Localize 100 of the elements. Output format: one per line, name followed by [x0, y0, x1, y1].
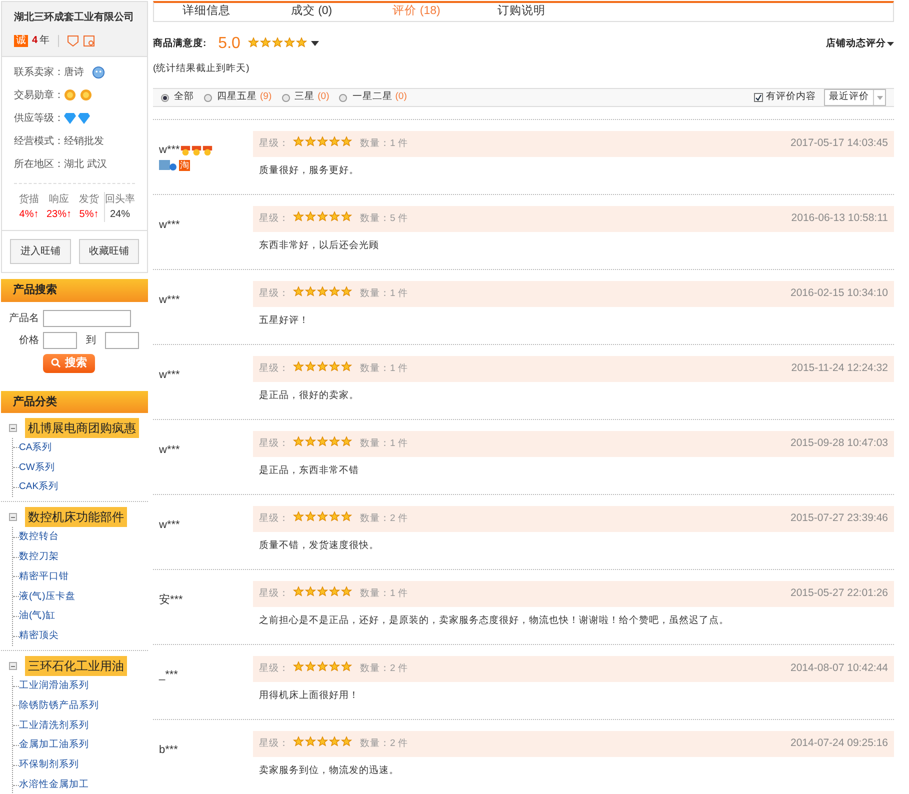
checkbox[interactable]: [754, 93, 763, 102]
field-label: 价格: [18, 334, 39, 348]
user-name: w***: [159, 293, 180, 308]
category-link[interactable]: 精密顶尖: [19, 630, 59, 642]
category-link[interactable]: 水溶性金属加工: [19, 779, 89, 792]
stat-label: 发货: [79, 193, 99, 207]
star-icon: [317, 136, 328, 147]
satisfaction-score: 5.0: [218, 34, 240, 54]
category-group[interactable]: 三环石化工业用油: [25, 656, 127, 676]
radio-button[interactable]: [161, 94, 169, 102]
category-link[interactable]: CA系列: [19, 442, 52, 454]
info-label: 供应等级：: [14, 112, 64, 126]
info-label: 经营模式：: [14, 134, 64, 148]
star-icon: [341, 360, 352, 372]
category-link[interactable]: 数控刀架: [19, 551, 59, 564]
filter-count: (0): [318, 90, 330, 104]
tab[interactable]: 订购说明: [469, 3, 574, 20]
radio-button[interactable]: [204, 94, 212, 102]
quantity: 数量：2 件: [360, 512, 408, 526]
grade-label: 星级：: [259, 362, 289, 376]
category-link[interactable]: 除锈防锈产品系列: [19, 700, 99, 712]
star-icon: [329, 360, 340, 372]
grade-label: 星级：: [259, 512, 289, 526]
category-link[interactable]: 精密平口钳: [19, 570, 69, 583]
stat-label: 货描: [19, 192, 39, 207]
star-icon: [293, 136, 304, 147]
star-icon: [317, 510, 328, 522]
filter-label[interactable]: 全部: [174, 90, 194, 105]
star-icon: [329, 736, 340, 747]
category-group[interactable]: 机博展电商团购疯惠: [25, 418, 139, 438]
star-icon: [296, 36, 308, 48]
star-icon: [305, 210, 316, 222]
name-field[interactable]: [43, 310, 131, 326]
star-icon: [317, 736, 328, 747]
review-time: 2015-09-28 10:47:03: [790, 436, 888, 452]
radio-button[interactable]: [339, 94, 348, 102]
star-icon: [305, 510, 316, 522]
chat-icon[interactable]: [92, 66, 105, 78]
star-icon: [260, 36, 272, 48]
shop-button[interactable]: 进入旺铺: [10, 239, 70, 264]
caret-icon: [887, 42, 894, 46]
collapse-icon[interactable]: [9, 662, 17, 670]
star-icon: [305, 660, 316, 672]
star-icon: [272, 36, 284, 48]
category-group[interactable]: 数控机床功能部件: [25, 507, 127, 528]
star-icon: [329, 660, 340, 672]
grade-label: 星级：: [259, 586, 289, 601]
star-icon: [317, 210, 328, 222]
years-count: 4: [32, 34, 38, 48]
star-icon: [317, 586, 328, 597]
category-link[interactable]: 金属加工油系列: [19, 739, 89, 752]
star-icon: [284, 36, 296, 48]
min-price-field[interactable]: [43, 332, 77, 348]
star-icon: [329, 436, 340, 447]
shop-button[interactable]: 收藏旺铺: [78, 239, 139, 264]
shop-name: 湖北三环成套工业有限公司: [14, 10, 135, 25]
info-label: 交易勋章：: [14, 88, 64, 102]
review-text: 用得机床上面很好用！: [258, 689, 360, 703]
star-icon: [293, 586, 304, 597]
tab[interactable]: 成交 (0): [259, 3, 364, 20]
category-link[interactable]: 液(气)压卡盘: [19, 590, 76, 603]
section-header: 产品分类: [1, 390, 148, 413]
category-link[interactable]: 油(气)缸: [19, 610, 56, 622]
star-icon: [293, 510, 304, 522]
satisfaction-label: 商品满意度:: [153, 36, 206, 51]
quantity: 数量：1 件: [360, 362, 408, 376]
filter-label[interactable]: 一星二星: [352, 90, 392, 105]
user-name: _***: [159, 668, 178, 683]
category-link[interactable]: 环保制剂系列: [19, 759, 79, 772]
category-link[interactable]: 工业清洗剂系列: [19, 720, 89, 732]
radio-button[interactable]: [282, 94, 290, 102]
category-link[interactable]: 数控转台: [19, 531, 59, 544]
filter-label[interactable]: 四星五星: [217, 90, 257, 105]
max-price-field[interactable]: [105, 332, 139, 348]
shop-rating-dropdown[interactable]: 店铺动态评分: [826, 36, 894, 51]
checkbox-label[interactable]: 有评价内容: [766, 90, 816, 105]
collapse-icon[interactable]: [9, 513, 17, 522]
quantity: 数量：2 件: [360, 662, 408, 676]
quantity: 数量：1 件: [360, 286, 408, 301]
section-header: 产品搜索: [1, 279, 148, 302]
search-icon: [51, 358, 61, 368]
review-text: 质量不错，发货速度很快。: [258, 539, 380, 553]
filter-label[interactable]: 三星: [294, 90, 315, 105]
star-icon: [305, 436, 316, 447]
taobao-badge: 淘: [179, 160, 190, 170]
category-link[interactable]: CW系列: [19, 462, 55, 474]
sort-select[interactable]: 最近评价: [824, 89, 886, 106]
collapse-icon[interactable]: [9, 424, 17, 432]
user-verified-icon: [159, 160, 177, 170]
review-text: 卖家服务到位，物流发的迅速。: [258, 764, 400, 778]
star-icon: [293, 210, 304, 222]
review-time: 2017-05-17 14:03:45: [790, 136, 888, 152]
dropdown-caret-icon[interactable]: [311, 41, 320, 46]
medal-icon: [190, 144, 202, 156]
star-icon: [305, 736, 316, 747]
tab[interactable]: 详细信息: [154, 3, 259, 20]
star-icon: [293, 736, 304, 747]
category-link[interactable]: CAK系列: [19, 481, 59, 494]
category-link[interactable]: 工业润滑油系列: [19, 680, 89, 692]
diamond-icon: [64, 112, 76, 124]
